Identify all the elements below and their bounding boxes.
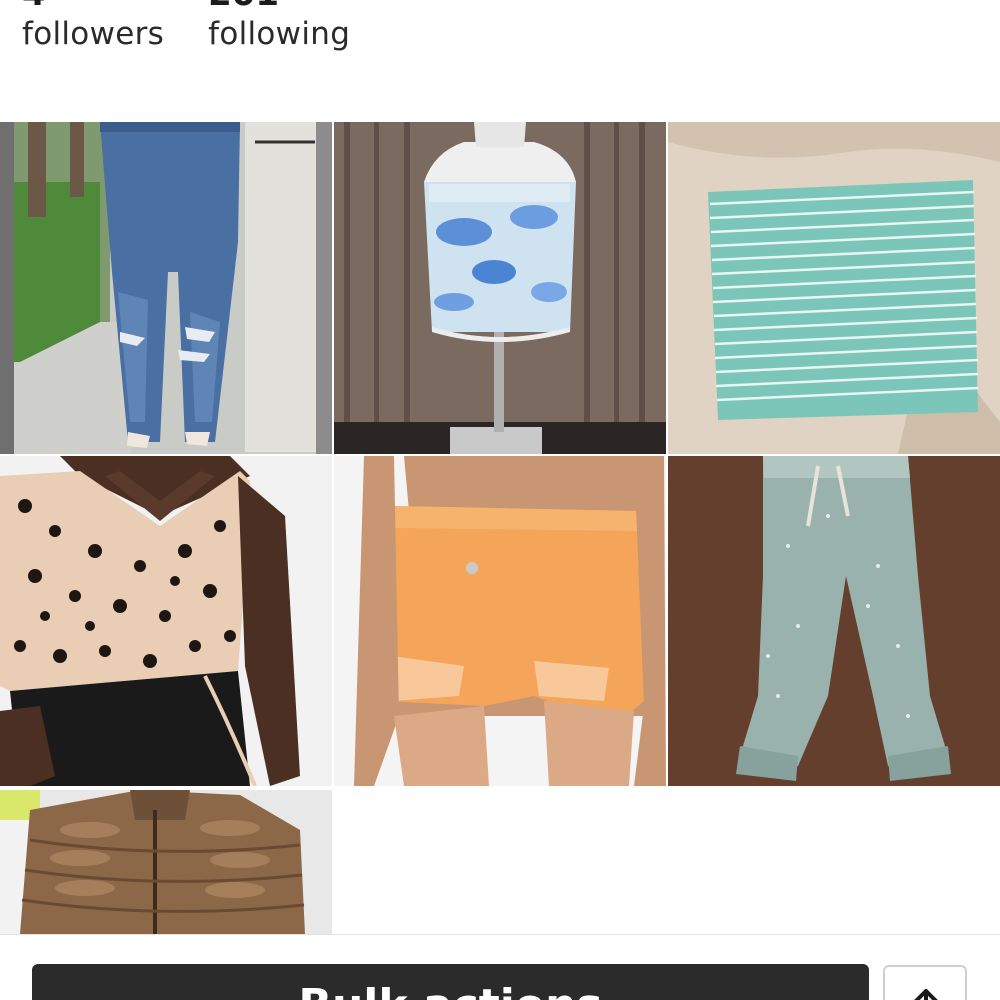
- following-stat[interactable]: 201 following: [208, 0, 350, 54]
- listing-tile-orange-shorts[interactable]: [334, 456, 666, 786]
- listing-tile-puffer-jacket[interactable]: [0, 790, 332, 934]
- profile-stats: 4 followers 201 following: [22, 0, 350, 54]
- share-button[interactable]: [883, 965, 967, 1000]
- tie-dye-top-photo: [334, 122, 666, 454]
- following-label: following: [208, 16, 351, 52]
- orange-shorts-photo: [334, 456, 666, 786]
- listing-tile-leopard-top[interactable]: [0, 456, 332, 786]
- striped-top-photo: [668, 122, 1000, 454]
- puffer-jacket-photo: [0, 790, 332, 934]
- followers-stat[interactable]: 4 followers: [22, 0, 164, 54]
- jeans-photo: [0, 122, 332, 454]
- bulk-actions-button[interactable]: Bulk actions: [32, 964, 869, 1000]
- listing-tile-tie-dye-top[interactable]: [334, 122, 666, 454]
- following-count: 201: [208, 0, 350, 14]
- profile-page: 4 followers 201 following: [0, 0, 1000, 1000]
- share-icon: [914, 989, 938, 1000]
- followers-label: followers: [22, 16, 165, 52]
- joggers-photo: [668, 456, 1000, 786]
- listing-tile-jeans[interactable]: [0, 122, 332, 454]
- listing-tile-striped-top[interactable]: [668, 122, 1000, 454]
- listings-grid: [0, 122, 1000, 934]
- listing-tile-joggers[interactable]: [668, 456, 1000, 786]
- leopard-top-photo: [0, 456, 332, 786]
- bottom-bar-divider: [0, 934, 1000, 935]
- followers-count: 4: [22, 0, 164, 14]
